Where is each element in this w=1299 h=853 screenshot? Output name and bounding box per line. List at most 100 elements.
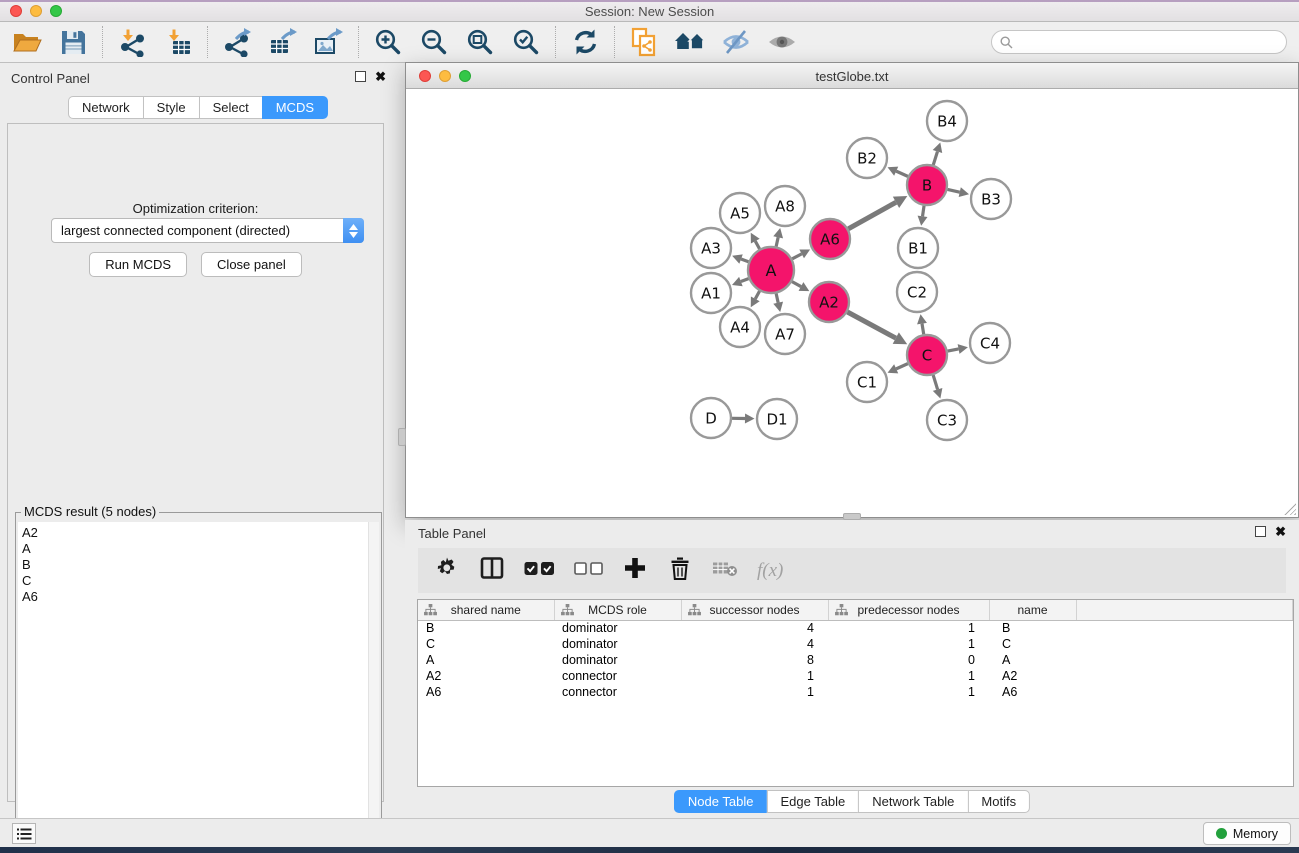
edge-A-A4[interactable]: [755, 291, 759, 299]
cell-predecessor_nodes[interactable]: 1: [828, 636, 989, 652]
function-builder-button[interactable]: f(x): [757, 557, 783, 585]
edge-A6-B[interactable]: [848, 202, 896, 229]
float-panel-icon[interactable]: [1255, 526, 1266, 537]
cell-name[interactable]: A2: [989, 668, 1076, 684]
settings-button[interactable]: [434, 557, 460, 585]
cell-shared_name[interactable]: B: [418, 620, 554, 636]
show-all-networks-button[interactable]: [673, 25, 707, 59]
save-session-button[interactable]: [56, 25, 90, 59]
resize-grip[interactable]: [1283, 502, 1296, 515]
show-hidden-button[interactable]: [765, 25, 799, 59]
mcds-result-item[interactable]: C: [22, 573, 368, 589]
close-panel-button[interactable]: Close panel: [201, 252, 302, 277]
cell-shared_name[interactable]: A6: [418, 684, 554, 700]
table-row[interactable]: Adominator80A: [418, 652, 1293, 668]
export-table-button[interactable]: [266, 25, 300, 59]
export-network-button[interactable]: [220, 25, 254, 59]
column-header[interactable]: name: [989, 600, 1076, 620]
new-network-from-selection-button[interactable]: [627, 25, 661, 59]
mcds-result-item[interactable]: B: [22, 557, 368, 573]
table-row[interactable]: A6connector11A6: [418, 684, 1293, 700]
edge-A-A7[interactable]: [776, 293, 778, 302]
column-header[interactable]: predecessor nodes: [828, 600, 989, 620]
cell-successor_nodes[interactable]: 4: [681, 620, 828, 636]
zoom-selected-button[interactable]: [509, 25, 543, 59]
table-row[interactable]: Bdominator41B: [418, 620, 1293, 636]
tab-network-table[interactable]: Network Table: [858, 790, 967, 813]
cell-predecessor_nodes[interactable]: 1: [828, 620, 989, 636]
edge-C-C1[interactable]: [896, 364, 908, 369]
add-row-button[interactable]: [622, 557, 648, 585]
tab-network[interactable]: Network: [68, 96, 143, 119]
table-row[interactable]: A2connector11A2: [418, 668, 1293, 684]
edge-C-C2[interactable]: [922, 324, 924, 335]
cell-shared_name[interactable]: C: [418, 636, 554, 652]
edge-A-A2[interactable]: [792, 282, 801, 287]
tab-motifs[interactable]: Motifs: [967, 790, 1030, 813]
close-panel-icon[interactable]: ✖: [375, 71, 386, 82]
delete-row-button[interactable]: [667, 557, 693, 585]
result-scrollbar[interactable]: [368, 522, 379, 853]
edge-B-B2[interactable]: [896, 171, 908, 176]
column-header[interactable]: successor nodes: [681, 600, 828, 620]
hide-selected-button[interactable]: [719, 25, 753, 59]
tab-style[interactable]: Style: [143, 96, 199, 119]
edge-A-A6[interactable]: [792, 254, 801, 259]
edge-C-C3[interactable]: [933, 375, 937, 389]
run-mcds-button[interactable]: Run MCDS: [89, 252, 187, 277]
cell-mcds_role[interactable]: dominator: [554, 636, 681, 652]
cell-name[interactable]: B: [989, 620, 1076, 636]
cell-name[interactable]: A: [989, 652, 1076, 668]
edge-A-A1[interactable]: [741, 279, 749, 282]
select-all-checkboxes-button[interactable]: [524, 557, 555, 585]
panel-splitter-handle[interactable]: [398, 428, 406, 446]
edge-B-B3[interactable]: [948, 189, 960, 192]
mcds-result-item[interactable]: A2: [22, 525, 368, 541]
zoom-in-button[interactable]: [371, 25, 405, 59]
cell-predecessor_nodes[interactable]: 0: [828, 652, 989, 668]
memory-button[interactable]: Memory: [1203, 822, 1291, 845]
cell-mcds_role[interactable]: dominator: [554, 652, 681, 668]
cell-shared_name[interactable]: A2: [418, 668, 554, 684]
column-header[interactable]: shared name: [418, 600, 554, 620]
cell-successor_nodes[interactable]: 4: [681, 636, 828, 652]
close-panel-icon[interactable]: ✖: [1275, 526, 1286, 537]
import-table-button[interactable]: [161, 25, 195, 59]
cell-successor_nodes[interactable]: 1: [681, 684, 828, 700]
column-header[interactable]: MCDS role: [554, 600, 681, 620]
zoom-fit-button[interactable]: [463, 25, 497, 59]
cell-mcds_role[interactable]: dominator: [554, 620, 681, 636]
deselect-all-checkboxes-button[interactable]: [574, 557, 603, 585]
edge-B-B4[interactable]: [933, 152, 937, 165]
import-network-button[interactable]: [115, 25, 149, 59]
criterion-dropdown[interactable]: largest connected component (directed): [51, 218, 364, 243]
tab-edge-table[interactable]: Edge Table: [766, 790, 858, 813]
edge-B-B1[interactable]: [923, 206, 925, 217]
tab-mcds[interactable]: MCDS: [262, 96, 328, 119]
refresh-view-button[interactable]: [568, 25, 602, 59]
tab-select[interactable]: Select: [199, 96, 262, 119]
delete-table-button[interactable]: [712, 557, 738, 585]
cell-name[interactable]: C: [989, 636, 1076, 652]
cell-successor_nodes[interactable]: 1: [681, 668, 828, 684]
task-history-button[interactable]: [12, 823, 36, 844]
edge-A-A3[interactable]: [741, 259, 748, 262]
edge-C-C4[interactable]: [948, 349, 959, 351]
cell-name[interactable]: A6: [989, 684, 1076, 700]
search-input[interactable]: [991, 30, 1287, 54]
panel-splitter-handle[interactable]: [843, 513, 861, 520]
float-panel-icon[interactable]: [355, 71, 366, 82]
cell-mcds_role[interactable]: connector: [554, 668, 681, 684]
cell-predecessor_nodes[interactable]: 1: [828, 668, 989, 684]
mcds-result-item[interactable]: A6: [22, 589, 368, 605]
edge-A-A8[interactable]: [776, 237, 778, 246]
open-file-button[interactable]: [10, 25, 44, 59]
cell-shared_name[interactable]: A: [418, 652, 554, 668]
mcds-result-item[interactable]: A: [22, 541, 368, 557]
network-canvas[interactable]: B4B2BB3A5A8A6A3AB1A1A2C2A4A7CC4C1C3DD1: [406, 89, 1298, 517]
split-view-button[interactable]: [479, 557, 505, 585]
edge-A2-C[interactable]: [847, 312, 895, 338]
cell-successor_nodes[interactable]: 8: [681, 652, 828, 668]
table-row[interactable]: Cdominator41C: [418, 636, 1293, 652]
edge-A-A5[interactable]: [755, 241, 759, 249]
